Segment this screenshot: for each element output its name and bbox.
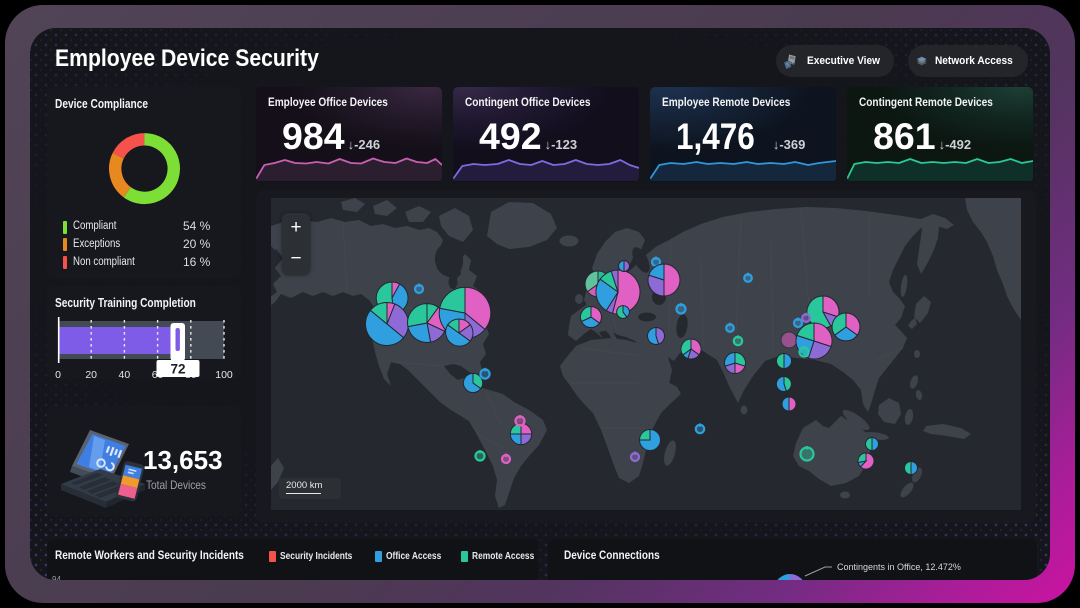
svg-text:0: 0: [55, 369, 61, 379]
svg-text:Contingents in Office, 12.472%: Contingents in Office, 12.472%: [837, 562, 961, 572]
svg-text:100: 100: [215, 369, 233, 379]
svg-text:40: 40: [119, 369, 131, 379]
svg-text:20: 20: [85, 369, 97, 379]
svg-text:72: 72: [170, 362, 185, 377]
